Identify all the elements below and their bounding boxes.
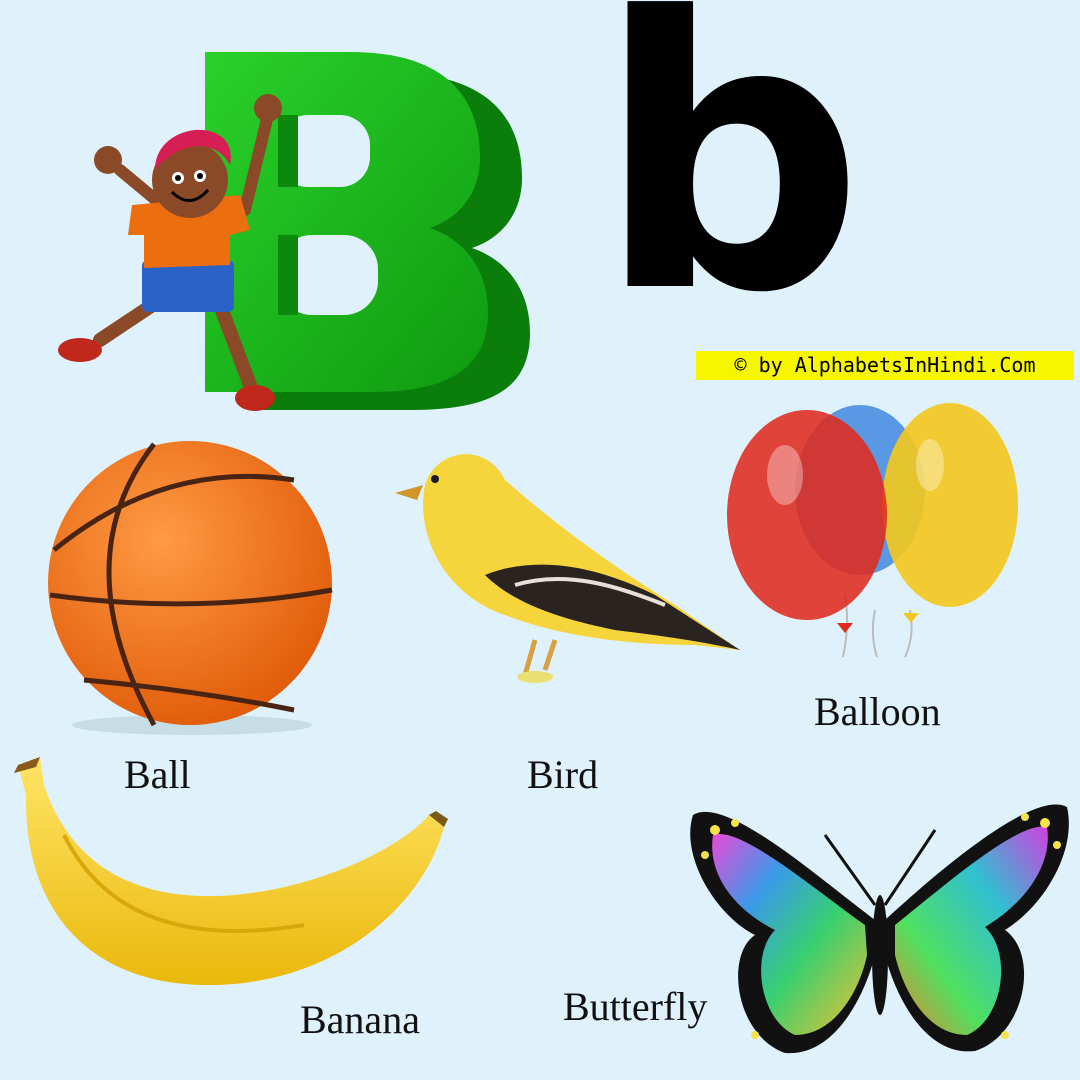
- lowercase-letter-b: b: [596, 0, 865, 375]
- balloons-icon: [727, 403, 1018, 658]
- banana-icon: [14, 757, 448, 986]
- item-label-bird: Bird: [527, 752, 599, 797]
- basketball-icon: [48, 441, 333, 735]
- yellow-bird-icon: [395, 454, 740, 683]
- green-letter-b-illustration: [58, 52, 530, 411]
- item-label-banana: Banana: [300, 997, 420, 1042]
- item-label-butterfly: Butterfly: [563, 984, 708, 1029]
- item-label-balloon: Balloon: [814, 689, 941, 734]
- copyright-banner: © by AlphabetsInHindi.Com: [696, 351, 1074, 380]
- butterfly-icon: [690, 804, 1069, 1054]
